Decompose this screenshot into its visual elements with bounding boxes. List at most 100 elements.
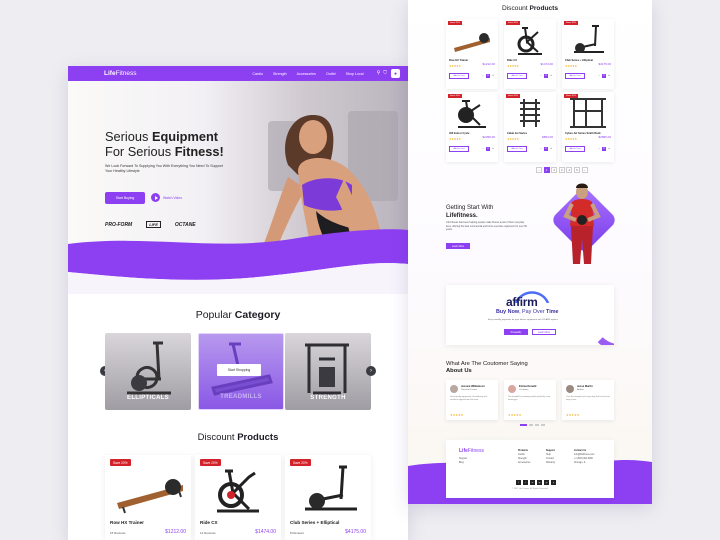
search-icon[interactable]: ⚲ [377, 71, 381, 76]
footer-link[interactable]: Blog [459, 461, 467, 465]
landing-page: Life Fitness Cardio Strength Accessories … [68, 66, 408, 540]
user-icon[interactable]: ● [391, 69, 400, 78]
avatar [508, 385, 516, 393]
quantity-value: 1 [544, 146, 548, 151]
page-button[interactable]: 5 [573, 167, 580, 173]
add-to-cart-button[interactable]: Add to Cart [449, 146, 469, 152]
logo-light: Fitness [115, 70, 137, 77]
category-card-ellipticals[interactable]: ELLIPTICALS [105, 333, 191, 410]
rating-stars: ★★★★★ [566, 413, 580, 417]
cart-icon[interactable]: ⛉ [383, 71, 387, 76]
affirm-learn-more-button[interactable]: Learn More [532, 329, 556, 335]
footer-logo[interactable]: LifeFitness [459, 448, 484, 454]
start-shopping-button[interactable]: Start Shopping [217, 364, 261, 376]
hero-title-light: For Serious [105, 144, 175, 159]
rating-stars: ★★★★★ [565, 137, 577, 141]
product-card[interactable]: Save 20% Row HX Trainer ★★★★★ $1212.00 A… [446, 19, 498, 89]
page-button[interactable]: 2 [551, 167, 558, 173]
pinterest-icon[interactable]: p [551, 480, 556, 485]
discount-title-bold: Products [529, 5, 559, 12]
quantity-stepper[interactable]: −1 + [481, 74, 495, 78]
customer-name: Emma Donald [519, 385, 537, 388]
getting-started-title: Getting Start With Lifefitness. [446, 204, 493, 220]
product-card[interactable]: Save 20% Club Series + Elliptical ★★★★★ … [562, 19, 614, 89]
page-prev[interactable]: ‹ [536, 167, 542, 173]
facebook-icon[interactable]: f [516, 480, 521, 485]
testimonial-card: Jesse Martin Athlete I use the strength … [562, 380, 614, 420]
product-card[interactable]: Save 20% Cybex Jet Series Smith Rack ★★★… [562, 92, 614, 162]
plus-icon[interactable]: + [607, 74, 611, 78]
getting-started-title-bold: Lifefitness. [446, 213, 478, 219]
quantity-stepper[interactable]: −1 + [597, 147, 611, 151]
category-label: ELLIPTICALS [127, 395, 169, 401]
rating-stars: ★★★★★ [507, 137, 519, 141]
instagram-icon[interactable]: ig [537, 480, 542, 485]
minus-icon[interactable]: − [539, 74, 543, 78]
nav-link-shop-local[interactable]: Shop Local [346, 72, 364, 76]
plus-icon[interactable]: + [491, 74, 495, 78]
plus-icon[interactable]: + [491, 147, 495, 151]
top-nav: Life Fitness Cardio Strength Accessories … [68, 66, 408, 81]
nav-link-strength[interactable]: Strength [273, 72, 287, 76]
product-name: Ride CX [507, 59, 517, 62]
category-card-strength[interactable]: STRENGTH [285, 333, 371, 410]
add-to-cart-button[interactable]: Add to Cart [507, 73, 527, 79]
page-button[interactable]: 3 [558, 167, 565, 173]
add-to-cart-button[interactable]: Add to Cart [565, 146, 585, 152]
add-to-cart-button[interactable]: Add to Cart [565, 73, 585, 79]
discount-products-title: Discount Products [68, 432, 408, 443]
testimonial-text: Great quality equipment, fast delivery a… [450, 396, 487, 401]
nav-link-accessories[interactable]: Accessories [297, 72, 316, 76]
quantity-stepper[interactable]: −1 + [481, 147, 495, 151]
add-to-cart-button[interactable]: Add to Cart [449, 73, 469, 79]
popular-title-bold: Category [234, 309, 281, 321]
page-next[interactable]: › [581, 167, 588, 173]
quantity-stepper[interactable]: −1 + [539, 74, 553, 78]
footer-link[interactable]: Accessories [518, 461, 530, 465]
affirm-tagline: Buy Now, Pay Over Time [496, 309, 559, 315]
linkedin-icon[interactable]: in [530, 480, 535, 485]
carousel-dot[interactable] [535, 424, 539, 426]
minus-icon[interactable]: − [597, 74, 601, 78]
page-button[interactable]: 1 [543, 167, 550, 173]
affirm-tag-bold: Buy Now [496, 309, 520, 315]
nav-link-cardio[interactable]: Cardio [252, 72, 263, 76]
plus-icon[interactable]: + [549, 147, 553, 151]
minus-icon[interactable]: − [597, 147, 601, 151]
minus-icon[interactable]: − [481, 74, 485, 78]
footer-link[interactable]: Warranty [546, 461, 555, 465]
minus-icon[interactable]: − [539, 147, 543, 151]
product-card[interactable]: Save 20% Row HX Trainer 15 Reviews $1212… [105, 455, 191, 540]
twitter-icon[interactable]: t [523, 480, 528, 485]
plus-icon[interactable]: + [549, 74, 553, 78]
product-card[interactable]: Save 20% IC8 Indoor Cycle ★★★★★ $2295.00… [446, 92, 498, 162]
learn-more-button[interactable]: Learn More [446, 243, 470, 249]
watch-video-button[interactable]: Watch Video [151, 193, 182, 202]
minus-icon[interactable]: − [481, 147, 485, 151]
product-card[interactable]: Save 20% Ride CX 12 Reviews $1474.00 [195, 455, 281, 540]
youtube-icon[interactable]: yt [544, 480, 549, 485]
product-name: Ride CX [200, 520, 218, 525]
carousel-next-button[interactable]: › [366, 366, 376, 376]
start-buying-button[interactable]: Start Buying [105, 192, 145, 204]
carousel-dot[interactable] [541, 424, 545, 426]
quantity-stepper[interactable]: −1 + [597, 74, 611, 78]
carousel-dot[interactable] [520, 424, 527, 426]
prequalify-button[interactable]: Prequalify [504, 329, 528, 335]
category-card-treadmills[interactable]: Start Shopping TREADMILLS [198, 333, 284, 410]
watch-video-label: Watch Video [163, 195, 183, 200]
footer-column-support: Support Help Contact Warranty [546, 449, 555, 465]
carousel-dot[interactable] [529, 424, 533, 426]
page-button[interactable]: 4 [566, 167, 573, 173]
quantity-stepper[interactable]: −1 + [539, 147, 553, 151]
affirm-tag-mid: , Pay Over [519, 309, 547, 315]
product-card[interactable]: Save 20% Ride CX ★★★★★ $1474.00 Add to C… [504, 19, 556, 89]
nav-link-outlet[interactable]: Outlet [326, 72, 336, 76]
product-card[interactable]: Save 20% Club Series + Elliptical 8 Revi… [285, 455, 371, 540]
logo[interactable]: Life Fitness [104, 70, 137, 77]
elliptical-image [305, 465, 357, 511]
plus-icon[interactable]: + [607, 147, 611, 151]
add-to-cart-button[interactable]: Add to Cart [507, 146, 527, 152]
hero-wave [68, 229, 408, 294]
product-card[interactable]: Save 20% Cable Jet Series ★★★★★ $894.00 … [504, 92, 556, 162]
